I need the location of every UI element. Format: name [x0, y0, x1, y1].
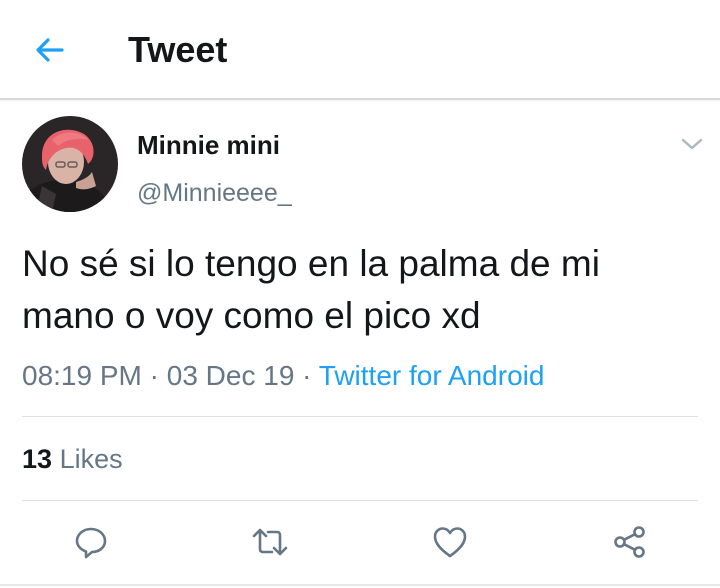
tweet-metadata: 08:19 PM · 03 Dec 19 · Twitter for Andro… [22, 358, 544, 394]
likes-label: Likes [59, 444, 123, 474]
reply-icon [75, 527, 107, 559]
back-button[interactable] [26, 28, 74, 72]
like-icon [433, 527, 467, 558]
reply-button[interactable] [69, 520, 113, 564]
avatar[interactable] [22, 116, 118, 212]
share-button[interactable] [608, 520, 652, 564]
tweet-time: 08:19 PM [22, 360, 142, 391]
avatar-image [22, 116, 118, 212]
chevron-down-icon [681, 138, 703, 150]
user-handle: @Minnieeee_ [137, 179, 292, 207]
like-button[interactable] [428, 520, 472, 564]
bottom-divider [0, 584, 720, 586]
arrow-left-icon [36, 38, 64, 62]
likes-count: 13 [22, 444, 53, 474]
meta-separator: · [141, 360, 167, 391]
page-title: Tweet [128, 29, 228, 70]
display-name[interactable]: Minnie mini [137, 130, 280, 160]
divider [22, 500, 698, 501]
top-app-bar: Tweet [0, 0, 720, 100]
likes-summary[interactable]: 13 Likes [22, 442, 123, 476]
share-icon [614, 526, 645, 558]
meta-separator: · [294, 360, 319, 391]
tweet-text: No sé si lo tengo en la palma de mi mano… [22, 243, 600, 336]
retweet-icon [252, 528, 288, 556]
divider [22, 416, 698, 417]
retweet-button[interactable] [248, 520, 292, 564]
tweet-source-link[interactable]: Twitter for Android [319, 360, 545, 391]
tweet-menu-button[interactable] [676, 128, 708, 160]
tweet-date: 03 Dec 19 [166, 360, 295, 391]
